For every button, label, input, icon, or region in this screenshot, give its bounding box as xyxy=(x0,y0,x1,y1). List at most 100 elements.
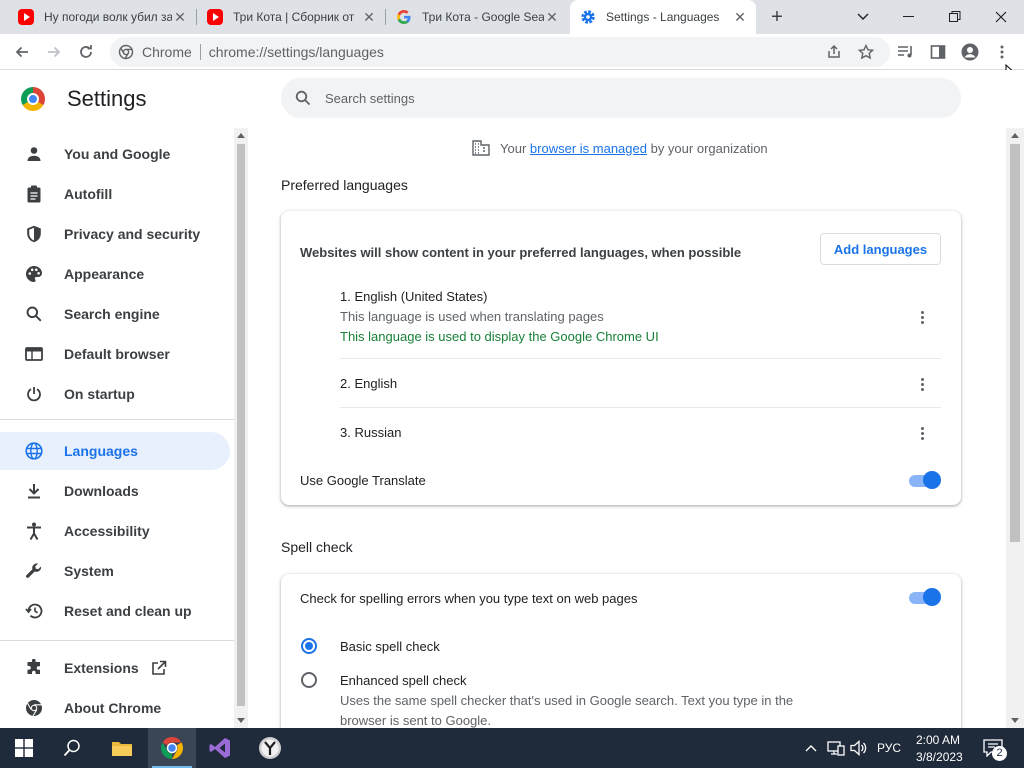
sidebar-item-search-engine[interactable]: Search engine xyxy=(0,295,230,333)
spell-check-toggle[interactable] xyxy=(909,588,941,608)
google-translate-toggle[interactable] xyxy=(909,471,941,491)
close-icon xyxy=(995,11,1007,23)
new-tab-button[interactable]: + xyxy=(766,6,788,28)
sidebar-item-label: Privacy and security xyxy=(64,226,201,242)
close-icon[interactable]: ✕ xyxy=(732,9,748,25)
minimize-icon xyxy=(903,16,914,17)
basic-spell-check-radio[interactable] xyxy=(301,638,317,654)
tab-search-button[interactable] xyxy=(840,0,886,34)
omnibox-divider xyxy=(199,44,201,60)
scroll-down-arrow-icon[interactable] xyxy=(237,718,245,723)
sidebar-item-default-browser[interactable]: Default browser xyxy=(0,335,230,373)
settings-sidebar: You and Google Autofill Privacy and secu… xyxy=(0,128,234,728)
close-icon[interactable]: ✕ xyxy=(172,9,188,25)
sidebar-item-autofill[interactable]: Autofill xyxy=(0,175,230,213)
url-text[interactable]: chrome://settings/languages xyxy=(209,44,384,60)
bookmark-star-icon[interactable] xyxy=(858,44,874,60)
back-button[interactable] xyxy=(10,40,34,64)
enhanced-spell-check-label: Enhanced spell check xyxy=(340,673,467,688)
sidebar-item-languages[interactable]: Languages xyxy=(0,432,230,470)
speaker-icon[interactable] xyxy=(850,740,868,756)
browser-managed-link[interactable]: browser is managed xyxy=(530,141,647,156)
search-settings-box[interactable] xyxy=(281,78,961,118)
restore-button[interactable] xyxy=(932,0,978,34)
side-panel-icon xyxy=(930,45,946,59)
network-icon[interactable] xyxy=(827,740,845,756)
chrome-logo xyxy=(21,87,45,111)
folder-icon xyxy=(112,742,132,756)
tab-youtube-2[interactable]: Три Кота | Сборник от ✕ xyxy=(197,0,385,34)
chevron-up-icon[interactable] xyxy=(805,743,817,753)
search-icon xyxy=(63,739,80,757)
clock-date[interactable]: 3/8/2023 xyxy=(916,750,963,764)
scroll-up-arrow-icon[interactable] xyxy=(237,133,245,138)
sidebar-item-you-and-google[interactable]: You and Google xyxy=(0,135,230,173)
language-divider xyxy=(340,358,941,359)
language-more-icon[interactable] xyxy=(914,423,930,443)
sidebar-item-downloads[interactable]: Downloads xyxy=(0,472,230,510)
chrome-icon xyxy=(24,698,44,718)
language-more-icon[interactable] xyxy=(914,307,930,327)
enhanced-spell-check-description: Uses the same spell checker that's used … xyxy=(340,693,794,708)
building-icon xyxy=(472,140,490,156)
scroll-up-arrow-icon[interactable] xyxy=(1011,133,1019,138)
sidebar-item-accessibility[interactable]: Accessibility xyxy=(0,512,230,550)
tab-youtube-1[interactable]: Ну погоди волк убил зайца ✕ xyxy=(8,0,196,34)
add-languages-button[interactable]: Add languages xyxy=(820,233,941,265)
start-button[interactable] xyxy=(0,728,48,768)
taskbar-chrome[interactable] xyxy=(148,728,196,768)
language-name: 1. English (United States) xyxy=(340,289,488,304)
clock-time[interactable]: 2:00 AM xyxy=(916,733,960,747)
scrollbar-thumb[interactable] xyxy=(237,144,245,706)
main-scrollbar[interactable] xyxy=(1006,128,1024,728)
sidebar-item-about-chrome[interactable]: About Chrome xyxy=(0,689,230,727)
taskbar-app[interactable] xyxy=(246,728,294,768)
preferred-languages-heading: Preferred languages xyxy=(281,177,408,193)
person-icon xyxy=(24,144,44,164)
sidebar-item-on-startup[interactable]: On startup xyxy=(0,375,230,413)
input-language-indicator[interactable]: РУС xyxy=(877,741,901,755)
tab-google-search[interactable]: Три Кота - Google Search ✕ xyxy=(386,0,568,34)
sidebar-scrollbar[interactable] xyxy=(234,128,248,728)
sidebar-item-appearance[interactable]: Appearance xyxy=(0,255,230,293)
search-input[interactable] xyxy=(325,90,925,106)
preferred-languages-card: Websites will show content in your prefe… xyxy=(281,211,961,505)
sidebar-item-extensions[interactable]: Extensions xyxy=(0,649,230,687)
sidebar-item-reset[interactable]: Reset and clean up xyxy=(0,592,230,630)
enhanced-spell-check-description: browser is sent to Google. xyxy=(340,713,492,728)
palette-icon xyxy=(24,264,44,284)
enhanced-spell-check-radio[interactable] xyxy=(301,672,317,688)
download-icon xyxy=(24,481,44,501)
tab-settings-languages[interactable]: Settings - Languages ✕ xyxy=(570,0,756,34)
sidebar-item-system[interactable]: System xyxy=(0,552,230,590)
media-list-icon xyxy=(898,46,912,58)
language-more-icon[interactable] xyxy=(914,374,930,394)
reload-button[interactable] xyxy=(74,40,98,64)
sidebar-item-label: Search engine xyxy=(64,306,160,322)
scrollbar-thumb[interactable] xyxy=(1010,144,1020,542)
sidebar-item-label: About Chrome xyxy=(64,700,162,716)
chrome-menu-button[interactable] xyxy=(992,42,1012,62)
close-icon[interactable]: ✕ xyxy=(544,9,560,25)
taskbar-visual-studio[interactable] xyxy=(196,728,244,768)
taskbar-search-button[interactable] xyxy=(48,728,96,768)
taskbar-file-explorer[interactable] xyxy=(98,728,146,768)
share-icon[interactable] xyxy=(826,44,842,60)
close-icon[interactable]: ✕ xyxy=(361,9,377,25)
profile-button[interactable] xyxy=(960,42,980,62)
windows-taskbar: РУС 2:00 AM 3/8/2023 2 xyxy=(0,728,1024,768)
language-ui-note: This language is used to display the Goo… xyxy=(340,329,659,344)
sidebar-item-label: Downloads xyxy=(64,483,139,499)
google-translate-label: Use Google Translate xyxy=(300,473,426,488)
close-window-button[interactable] xyxy=(978,0,1024,34)
scroll-down-arrow-icon[interactable] xyxy=(1011,718,1019,723)
sidebar-item-privacy[interactable]: Privacy and security xyxy=(0,215,230,253)
app-logo-icon xyxy=(259,737,281,759)
side-panel-button[interactable] xyxy=(928,42,948,62)
address-bar[interactable]: Chrome chrome://settings/languages xyxy=(110,37,890,67)
forward-button[interactable] xyxy=(42,40,66,64)
reading-list-button[interactable] xyxy=(896,42,916,62)
minimize-button[interactable] xyxy=(886,0,932,34)
basic-spell-check-label: Basic spell check xyxy=(340,639,440,654)
sidebar-item-label: System xyxy=(64,563,114,579)
